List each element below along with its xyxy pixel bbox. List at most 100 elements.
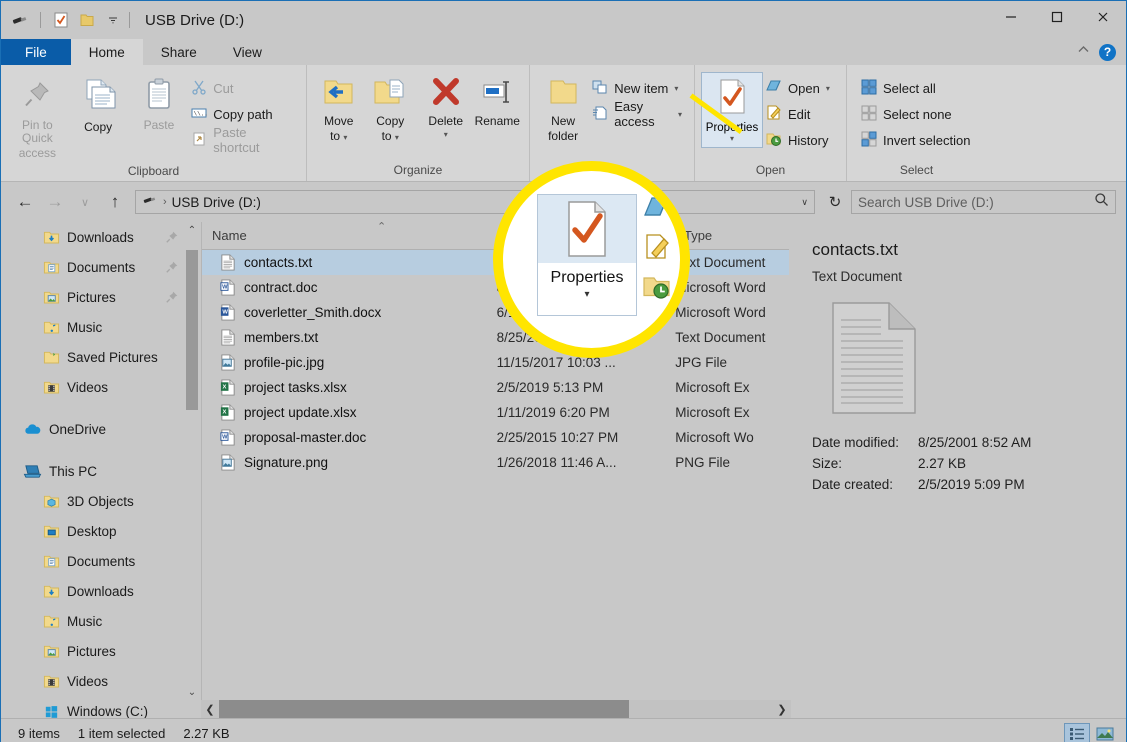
magnified-edit-icon[interactable] bbox=[643, 233, 671, 266]
paste-button[interactable]: Paste bbox=[129, 72, 190, 136]
new-folder-button[interactable]: New folder bbox=[536, 72, 590, 147]
sidebar-item-documents[interactable]: Documents bbox=[1, 252, 201, 282]
file-name-cell[interactable]: contacts.txt bbox=[202, 254, 497, 271]
pin-to-quick-access-button[interactable]: Pin to Quick access bbox=[7, 72, 68, 164]
sidebar-item-music[interactable]: Music bbox=[1, 606, 201, 636]
magnified-history-icon[interactable] bbox=[643, 274, 671, 305]
file-name-cell[interactable]: members.txt bbox=[202, 329, 497, 346]
history-button[interactable]: History bbox=[763, 128, 836, 152]
copy-button[interactable]: Copy bbox=[68, 72, 129, 138]
table-row[interactable]: members.txt8/25/2001 8:51 AMText Documen… bbox=[202, 325, 789, 350]
cut-button[interactable]: Cut bbox=[189, 76, 300, 100]
horizontal-scrollbar[interactable]: ❮ ❯ bbox=[201, 700, 791, 718]
scroll-right-icon[interactable]: ❯ bbox=[773, 700, 791, 718]
collapse-ribbon-icon[interactable] bbox=[1076, 42, 1091, 62]
file-name-cell[interactable]: Signature.png bbox=[202, 454, 497, 471]
recent-locations-button[interactable]: ∨ bbox=[71, 188, 99, 216]
file-name-cell[interactable]: Wproposal-master.doc bbox=[202, 429, 497, 446]
pin-icon[interactable] bbox=[165, 290, 179, 304]
refresh-button[interactable]: ↻ bbox=[821, 188, 849, 216]
sidebar-item-desktop[interactable]: Desktop bbox=[1, 516, 201, 546]
forward-button[interactable]: → bbox=[41, 188, 69, 216]
properties-caret-icon[interactable]: ▾ bbox=[730, 134, 734, 143]
details-view-button[interactable] bbox=[1064, 722, 1090, 742]
sidebar-scroll-down-icon[interactable]: ⌄ bbox=[186, 684, 198, 700]
file-list-pane[interactable]: Name Date modified Type ⌃ contacts.txt8/… bbox=[202, 222, 789, 718]
tab-share[interactable]: Share bbox=[143, 39, 215, 65]
table-row[interactable]: Wproposal-master.doc 2/25/2015 10:27 PM Mi… bbox=[202, 425, 789, 450]
move-to-button[interactable]: Move to ▾ bbox=[313, 72, 365, 148]
sidebar-item-downloads[interactable]: Downloads bbox=[1, 576, 201, 606]
properties-check-icon[interactable] bbox=[50, 9, 72, 31]
easy-access-button[interactable]: Easy access ▾ bbox=[590, 99, 688, 129]
navigation-pane[interactable]: Downloads Documents Pictures Music Saved… bbox=[1, 222, 201, 718]
open-caret-icon[interactable]: ▾ bbox=[826, 84, 830, 93]
file-name-cell[interactable]: profile-pic.jpg bbox=[202, 354, 497, 371]
new-item-caret-icon[interactable]: ▾ bbox=[674, 84, 678, 93]
up-button[interactable]: ↑ bbox=[101, 188, 129, 216]
tab-home[interactable]: Home bbox=[70, 39, 143, 65]
open-button[interactable]: Open ▾ bbox=[763, 76, 836, 100]
sidebar-item-documents[interactable]: Documents bbox=[1, 546, 201, 576]
file-name-cell[interactable]: Xproject tasks.xlsx bbox=[202, 379, 497, 396]
search-input[interactable]: Search USB Drive (D:) bbox=[851, 190, 1116, 214]
sidebar-item-videos[interactable]: Videos bbox=[1, 666, 201, 696]
pin-icon[interactable] bbox=[165, 260, 179, 274]
file-name-cell[interactable]: Xproject update.xlsx bbox=[202, 404, 497, 421]
pin-icon[interactable] bbox=[165, 230, 179, 244]
invert-selection-button[interactable]: Invert selection bbox=[859, 128, 976, 152]
minimize-button[interactable] bbox=[988, 1, 1034, 33]
sidebar-scroll-up-icon[interactable]: ⌃ bbox=[186, 222, 198, 238]
tab-view[interactable]: View bbox=[215, 39, 280, 65]
sidebar-item-windows-c[interactable]: Windows (C:) bbox=[1, 696, 201, 718]
magnified-properties-button[interactable]: Properties ▾ bbox=[537, 194, 637, 316]
rename-button[interactable]: Rename bbox=[472, 72, 524, 132]
copy-path-button[interactable]: \\.. Copy path bbox=[189, 102, 300, 126]
back-button[interactable]: ← bbox=[11, 188, 39, 216]
maximize-button[interactable] bbox=[1034, 1, 1080, 33]
scroll-left-icon[interactable]: ❮ bbox=[201, 700, 219, 718]
sidebar-item-pictures[interactable]: Pictures bbox=[1, 636, 201, 666]
edit-button[interactable]: Edit bbox=[763, 102, 836, 126]
table-row[interactable]: Xproject tasks.xlsx 2/5/2019 5:13 PM Micro… bbox=[202, 375, 789, 400]
delete-caret-icon[interactable]: ▾ bbox=[444, 130, 448, 139]
sidebar-item-pictures[interactable]: Pictures bbox=[1, 282, 201, 312]
column-header-name[interactable]: Name bbox=[202, 222, 501, 249]
table-row[interactable]: Xproject update.xlsx 1/11/2019 6:20 PM Mic… bbox=[202, 400, 789, 425]
table-row[interactable]: Wcoverletter_Smith.docx6/10/2016 1:26 PM… bbox=[202, 300, 789, 325]
select-all-button[interactable]: Select all bbox=[859, 76, 976, 100]
large-icons-view-button[interactable] bbox=[1092, 723, 1118, 742]
column-header-type[interactable]: Type bbox=[672, 222, 789, 249]
easy-access-caret-icon[interactable]: ▾ bbox=[678, 110, 682, 119]
table-row[interactable]: profile-pic.jpg 11/15/2017 10:03 ... JPG F… bbox=[202, 350, 789, 375]
delete-button[interactable]: Delete ▾ bbox=[420, 72, 472, 143]
sidebar-item-downloads[interactable]: Downloads bbox=[1, 222, 201, 252]
paste-shortcut-button[interactable]: Paste shortcut bbox=[189, 125, 300, 155]
address-bar[interactable]: › USB Drive (D:) ∨ bbox=[135, 190, 815, 214]
tab-file[interactable]: File bbox=[1, 39, 71, 65]
scroll-track[interactable] bbox=[219, 700, 773, 718]
magnified-properties-caret-icon[interactable]: ▾ bbox=[584, 289, 589, 300]
table-row[interactable]: Signature.png 1/26/2018 11:46 A... PNG Fil… bbox=[202, 450, 789, 475]
sidebar-scrollbar[interactable]: ⌃ ⌄ bbox=[186, 222, 198, 718]
sidebar-item-music[interactable]: Music bbox=[1, 312, 201, 342]
chevron-down-icon[interactable] bbox=[102, 9, 124, 31]
close-button[interactable] bbox=[1080, 1, 1126, 33]
sidebar-item-3d-objects[interactable]: 3D Objects bbox=[1, 486, 201, 516]
new-item-button[interactable]: New item ▾ bbox=[590, 76, 688, 100]
address-dropdown-icon[interactable]: ∨ bbox=[801, 197, 808, 208]
sidebar-item-videos[interactable]: Videos bbox=[1, 372, 201, 402]
breadcrumb[interactable]: USB Drive (D:) bbox=[172, 195, 261, 210]
scroll-thumb[interactable] bbox=[219, 700, 629, 718]
sidebar-scroll-thumb[interactable] bbox=[186, 250, 198, 410]
copy-to-button[interactable]: Copy to ▾ bbox=[365, 72, 417, 148]
sidebar-item-saved-pictures[interactable]: Saved Pictures bbox=[1, 342, 201, 372]
magnified-open-icon[interactable] bbox=[643, 194, 671, 225]
select-none-button[interactable]: Select none bbox=[859, 102, 976, 126]
folder-icon[interactable] bbox=[76, 9, 98, 31]
sidebar-item-this-pc[interactable]: This PC bbox=[1, 456, 201, 486]
help-button[interactable]: ? bbox=[1099, 43, 1116, 61]
sidebar-item-onedrive[interactable]: OneDrive bbox=[1, 414, 201, 444]
file-name-cell[interactable]: Wcontract.doc bbox=[202, 279, 497, 296]
file-name-cell[interactable]: Wcoverletter_Smith.docx bbox=[202, 304, 497, 321]
